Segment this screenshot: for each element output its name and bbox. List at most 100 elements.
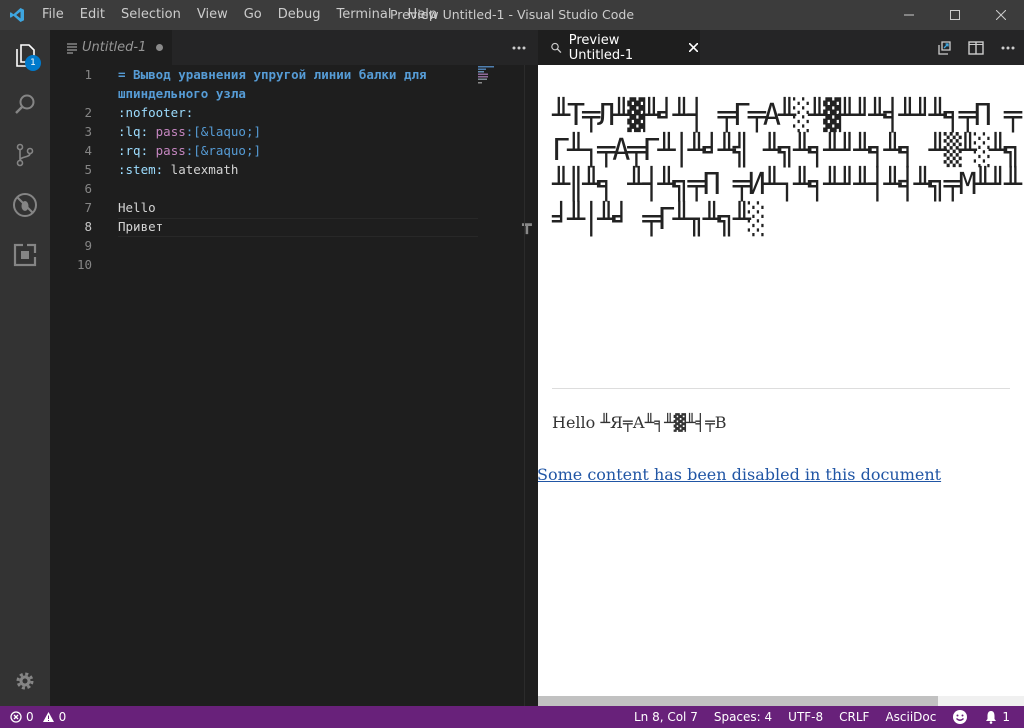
warning-count: 0 xyxy=(58,710,67,724)
code-line-lq: :lq: pass:[&laquo;] xyxy=(118,122,261,141)
attr-value: latexmath xyxy=(163,162,239,177)
menu-debug[interactable]: Debug xyxy=(270,0,329,30)
preview-tabs: Preview Untitled-1 xyxy=(538,30,1024,65)
minimize-icon xyxy=(904,14,914,16)
warning-icon xyxy=(42,712,54,722)
activity-bar: 1 xyxy=(0,30,50,706)
menu-go[interactable]: Go xyxy=(236,0,270,30)
preview-divider xyxy=(552,388,1010,389)
editor-group-preview: Preview Untitled-1 ╨Т╤Л╨▓╨╛╨┤ ╤Г╤А╨░╨▓╨╜… xyxy=(538,30,1024,706)
menu-file[interactable]: File xyxy=(34,0,72,30)
unsaved-dot-icon[interactable] xyxy=(156,44,164,51)
menu-selection[interactable]: Selection xyxy=(113,0,189,30)
line-number: 1 xyxy=(84,67,92,82)
encoding[interactable]: UTF-8 xyxy=(780,706,831,728)
feedback-button[interactable] xyxy=(944,706,976,728)
minimize-button[interactable] xyxy=(886,0,932,30)
title-bar: File Edit Selection View Go Debug Termin… xyxy=(0,0,1024,30)
preview-paragraph: Hello ╨Я╤А╨╕╨▓╨╡╤В xyxy=(552,413,727,432)
menu-view[interactable]: View xyxy=(189,0,236,30)
language-mode[interactable]: AsciiDoc xyxy=(877,706,944,728)
menu-edit[interactable]: Edit xyxy=(72,0,113,30)
search-button[interactable] xyxy=(0,80,50,130)
attr-value: :[&laquo;] xyxy=(185,124,262,139)
line-number: 2 xyxy=(84,105,92,120)
menu-terminal[interactable]: Terminal xyxy=(329,0,400,30)
attr-value: :[&raquo;] xyxy=(185,143,262,158)
split-editor-button[interactable] xyxy=(960,30,992,65)
close-window-button[interactable] xyxy=(978,0,1024,30)
editor-scrollbar[interactable] xyxy=(524,65,538,706)
tab-untitled-1[interactable]: Untitled-1 xyxy=(50,30,172,65)
attr-macro: pass xyxy=(155,124,186,139)
error-count: 0 xyxy=(26,710,34,724)
explorer-button[interactable]: 1 xyxy=(0,30,50,80)
cursor-position[interactable]: Ln 8, Col 7 xyxy=(626,706,706,728)
tab-preview-untitled-1[interactable]: Preview Untitled-1 xyxy=(538,30,700,65)
content-disabled-link[interactable]: Some content has been disabled in this d… xyxy=(538,465,941,484)
line-number: 9 xyxy=(84,238,92,253)
line-number: 7 xyxy=(84,200,92,215)
tab-label: Untitled-1 xyxy=(82,40,147,55)
editor-tabs: Untitled-1 xyxy=(50,30,538,65)
smiley-icon xyxy=(953,710,968,724)
ellipsis-icon xyxy=(512,46,526,49)
attr-key: :lq: xyxy=(118,124,149,139)
close-icon xyxy=(996,10,1006,20)
settings-button[interactable] xyxy=(0,656,50,706)
editor-group-left: Untitled-1 1 2 3 4 5 6 7 8 9 10 = Вывод … xyxy=(50,30,538,706)
menu-bar: File Edit Selection View Go Debug Termin… xyxy=(34,0,445,30)
maximize-button[interactable] xyxy=(932,0,978,30)
tab-label: Preview Untitled-1 xyxy=(568,32,634,63)
line-number: 6 xyxy=(84,181,92,196)
attr-macro: pass xyxy=(155,143,186,158)
status-right: Ln 8, Col 7 Spaces: 4 UTF-8 CRLF AsciiDo… xyxy=(626,706,1018,728)
debug-icon xyxy=(13,193,37,217)
split-editor-icon xyxy=(968,40,984,55)
open-source-button[interactable] xyxy=(928,30,960,65)
preview-pane[interactable]: ╨Т╤Л╨▓╨╛╨┤ ╤Г╤А╨░╨▓╨╜╨╡╨╜╨╕╤П ╤Г╨┐╤А╤Г╨│… xyxy=(538,65,1024,696)
maximize-icon xyxy=(950,10,960,20)
error-icon xyxy=(10,711,22,723)
end-of-line[interactable]: CRLF xyxy=(831,706,877,728)
attr-key: :nofooter: xyxy=(118,105,194,120)
extensions-icon xyxy=(13,243,37,267)
preview-actions xyxy=(928,30,1024,65)
status-bar: 0 0 Ln 8, Col 7 Spaces: 4 UTF-8 CRLF Asc… xyxy=(0,706,1024,728)
preview-icon xyxy=(551,42,562,53)
menu-help[interactable]: Help xyxy=(399,0,445,30)
debug-button[interactable] xyxy=(0,180,50,230)
code-line-privet: Привет xyxy=(118,219,164,234)
preview-scrollbar[interactable] xyxy=(538,696,1024,706)
close-icon xyxy=(689,43,699,52)
vscode-logo-icon xyxy=(0,0,34,30)
code-line-stem: :stem: latexmath xyxy=(118,160,238,179)
window-controls xyxy=(886,0,1024,30)
source-control-button[interactable] xyxy=(0,130,50,180)
notifications-button[interactable]: 1 xyxy=(976,706,1018,728)
code-editor[interactable]: 1 2 3 4 5 6 7 8 9 10 = Вывод уравнения у… xyxy=(50,65,538,706)
gear-icon xyxy=(16,672,34,690)
attr-key: :rq: xyxy=(118,143,149,158)
preview-scrollbar-thumb[interactable] xyxy=(538,696,938,706)
notification-count: 1 xyxy=(1002,710,1010,724)
extensions-button[interactable] xyxy=(0,230,50,280)
line-number: 5 xyxy=(84,162,92,177)
line-number-active: 8 xyxy=(84,219,92,234)
line-number: 10 xyxy=(76,257,92,272)
line-number: 3 xyxy=(84,124,92,139)
editor-more-actions-button[interactable] xyxy=(504,30,534,65)
minimap[interactable] xyxy=(476,65,526,85)
code-line-title: = Вывод уравнения упругой линии балки дл… xyxy=(118,67,427,82)
problems-indicator[interactable]: 0 0 xyxy=(10,706,66,728)
indentation[interactable]: Spaces: 4 xyxy=(706,706,780,728)
preview-more-actions-button[interactable] xyxy=(992,30,1024,65)
search-icon xyxy=(15,94,35,114)
current-line-highlight xyxy=(118,218,478,237)
text-file-icon xyxy=(67,42,77,54)
code-line-title-wrap: шпиндельного узла xyxy=(118,86,246,101)
tab-close-button[interactable] xyxy=(687,41,700,55)
vscode-window: File Edit Selection View Go Debug Termin… xyxy=(0,0,1024,728)
bell-icon xyxy=(986,711,997,724)
open-source-icon xyxy=(938,40,951,55)
